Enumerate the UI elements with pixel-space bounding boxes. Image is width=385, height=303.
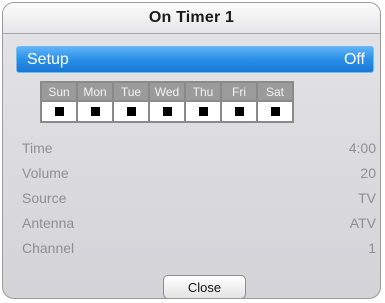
day-label-fri: Fri: [222, 83, 256, 100]
day-label-sat: Sat: [258, 83, 292, 100]
day-checkbox-sat[interactable]: [258, 102, 292, 121]
checked-box-icon: [198, 106, 208, 116]
setting-value: 20: [360, 165, 376, 181]
day-selector: Sun Mon Tue Wed Thu Fri Sat: [40, 81, 294, 123]
setup-label: Setup: [27, 50, 69, 68]
on-timer-dialog: On Timer 1 Setup Off Sun Mon Tue Wed Thu…: [2, 2, 381, 299]
dialog-title: On Timer 1: [148, 9, 235, 26]
close-button[interactable]: Close: [163, 275, 246, 298]
setting-row-time: Time 4:00: [22, 138, 376, 158]
checked-box-icon: [162, 106, 172, 116]
day-checkbox-fri[interactable]: [222, 102, 256, 121]
setting-label: Channel: [22, 240, 75, 256]
setting-value: 4:00: [348, 140, 376, 156]
setting-row-source: Source TV: [22, 188, 376, 208]
checked-box-icon: [126, 106, 136, 116]
setup-row[interactable]: Setup Off: [16, 46, 374, 73]
setting-row-channel: Channel 1: [22, 238, 376, 258]
day-label-wed: Wed: [150, 83, 184, 100]
setting-value: 1: [368, 240, 376, 256]
setting-label: Antenna: [22, 215, 75, 231]
setting-value: ATV: [349, 215, 376, 231]
dialog-titlebar: On Timer 1: [3, 3, 380, 34]
day-checkbox-mon[interactable]: [78, 102, 112, 121]
day-checkbox-sun[interactable]: [42, 102, 76, 121]
checked-box-icon: [54, 106, 64, 116]
day-label-tue: Tue: [114, 83, 148, 100]
day-label-sun: Sun: [42, 83, 76, 100]
day-checkbox-tue[interactable]: [114, 102, 148, 121]
checked-box-icon: [234, 106, 244, 116]
setting-value: TV: [358, 190, 376, 206]
setting-label: Time: [22, 140, 53, 156]
day-label-mon: Mon: [78, 83, 112, 100]
setting-label: Volume: [22, 165, 69, 181]
setup-value: Off: [343, 50, 365, 68]
checked-box-icon: [270, 106, 280, 116]
setting-label: Source: [22, 190, 67, 206]
day-checkbox-wed[interactable]: [150, 102, 184, 121]
day-label-thu: Thu: [186, 83, 220, 100]
checked-box-icon: [90, 106, 100, 116]
setting-row-volume: Volume 20: [22, 163, 376, 183]
setting-row-antenna: Antenna ATV: [22, 213, 376, 233]
day-checkbox-thu[interactable]: [186, 102, 220, 121]
